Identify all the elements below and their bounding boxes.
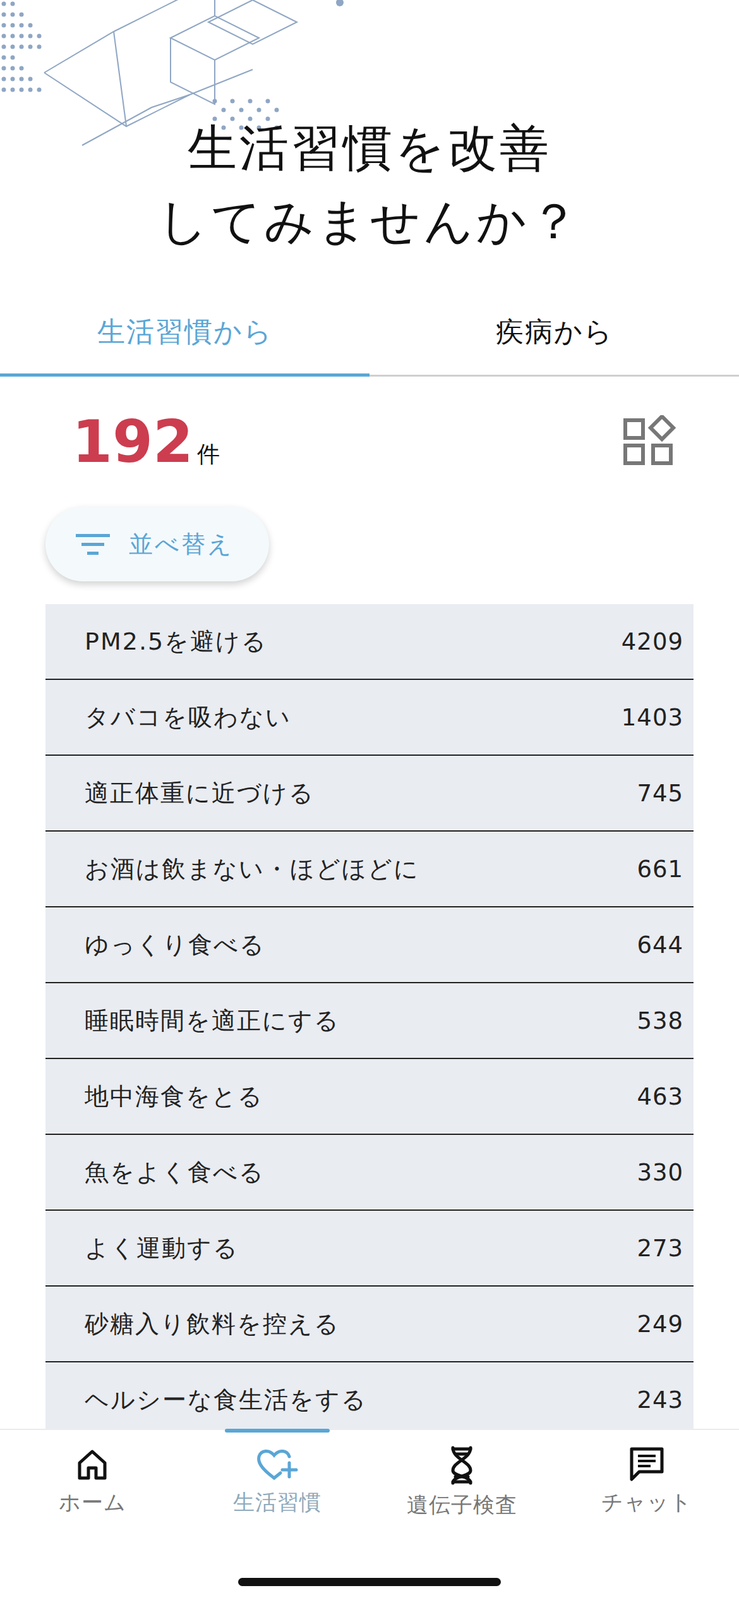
page-title: 生活習慣を改善してみませんか？ [0,111,739,258]
result-count: 192件 [72,408,220,476]
habit-row[interactable]: よく運動する273 [45,1210,694,1286]
header: 生活習慣を改善してみませんか？ [0,0,739,291]
nav-item[interactable]: 生活習慣 [185,1429,371,1517]
home-indicator [238,1577,501,1586]
habit-list: PM2.5を避ける4209タバコを吸わない1403適正体重に近づける745お酒は… [45,603,694,1438]
bottom-nav: ホーム生活習慣遺伝子検査チャット [0,1428,739,1600]
habit-row[interactable]: PM2.5を避ける4209 [45,603,694,680]
dna-icon [442,1444,481,1485]
home-icon [73,1444,112,1483]
tab[interactable]: 生活習慣から [0,290,370,377]
sort-button[interactable]: 並べ替え [45,506,270,582]
habit-row[interactable]: 魚をよく食べる330 [45,1134,694,1211]
filter-icon [75,531,110,557]
category-grid-icon[interactable] [622,414,676,469]
chat-icon [627,1444,666,1483]
habit-row[interactable]: 地中海食をとる463 [45,1058,694,1135]
heart-plus-icon [255,1444,300,1483]
app-screen: 生活習慣を改善してみませんか？ 生活習慣から疾病から 192件並べ替え PM2.5を避… [0,0,739,1600]
habit-row[interactable]: ヘルシーな食生活をする243 [45,1361,694,1438]
nav-indicator [224,1428,330,1432]
nav-item[interactable]: チャット [554,1429,739,1517]
tab[interactable]: 疾病から [369,290,739,377]
nav-item[interactable]: 遺伝子検査 [369,1429,555,1520]
habit-row[interactable]: お酒は飲まない・ほどほどに661 [45,831,694,908]
result-count-row: 192件 [0,376,739,507]
nav-item[interactable]: ホーム [0,1429,186,1517]
habit-row[interactable]: 砂糖入り飲料を控える249 [45,1285,694,1362]
tab-bar: 生活習慣から疾病から [0,290,739,377]
habit-row[interactable]: 適正体重に近づける745 [45,755,694,832]
habit-row[interactable]: ゆっくり食べる644 [45,907,694,983]
habit-row[interactable]: タバコを吸わない1403 [45,679,694,756]
habit-row[interactable]: 睡眠時間を適正にする538 [45,982,694,1059]
